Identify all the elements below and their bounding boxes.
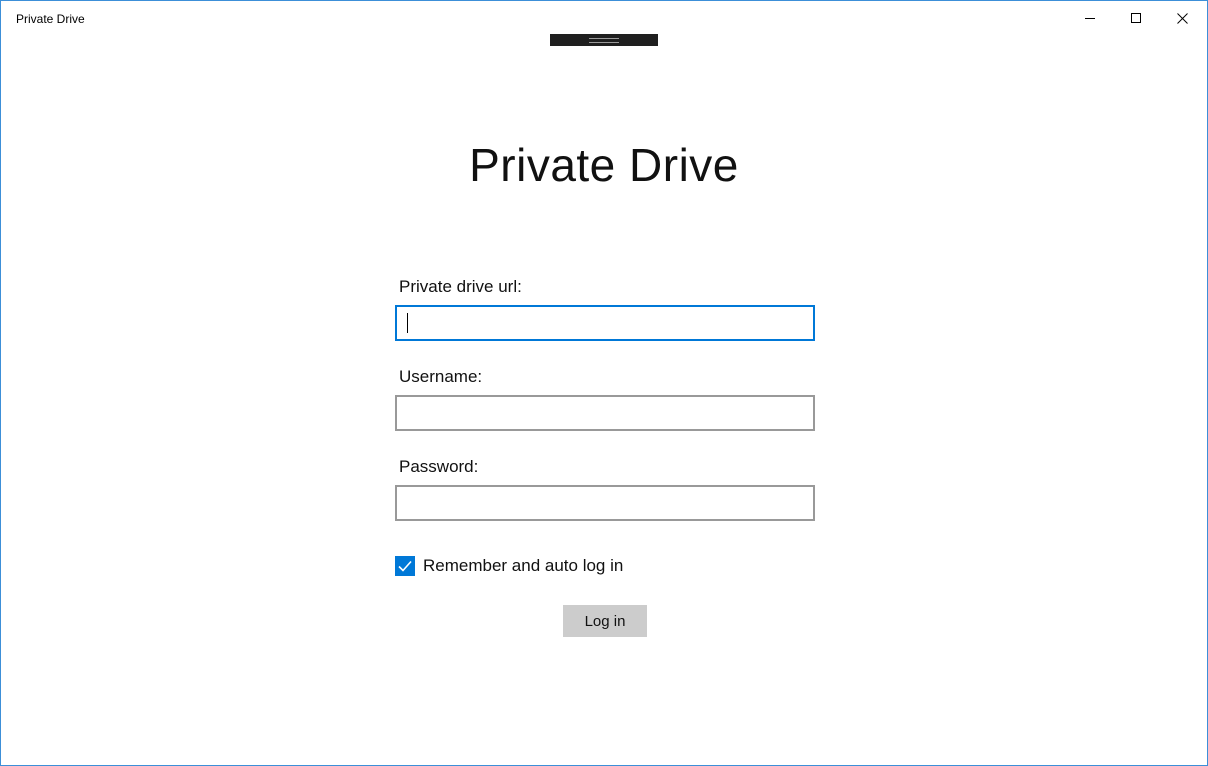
minimize-button[interactable] [1067, 1, 1113, 35]
title-bar[interactable]: Private Drive [1, 1, 1207, 35]
app-window: Private Drive Private Drive Private driv… [0, 0, 1208, 766]
window-title: Private Drive [16, 12, 85, 26]
minimize-icon [1085, 18, 1095, 19]
login-button[interactable]: Log in [563, 605, 647, 637]
url-label: Private drive url: [399, 277, 522, 296]
remember-checkbox[interactable] [395, 556, 415, 576]
password-input[interactable] [395, 485, 815, 521]
maximize-icon [1131, 13, 1141, 23]
maximize-button[interactable] [1113, 1, 1159, 35]
remember-label[interactable]: Remember and auto log in [423, 555, 623, 577]
grip-icon [589, 37, 619, 43]
close-button[interactable] [1159, 1, 1205, 35]
url-input[interactable] [395, 305, 815, 341]
checkmark-icon [398, 560, 412, 572]
page-title: Private Drive [469, 139, 739, 191]
text-caret [407, 313, 408, 333]
password-label: Password: [399, 457, 479, 476]
close-icon [1176, 12, 1188, 24]
drag-handle[interactable] [550, 34, 658, 46]
username-input[interactable] [395, 395, 815, 431]
username-label: Username: [399, 367, 483, 386]
